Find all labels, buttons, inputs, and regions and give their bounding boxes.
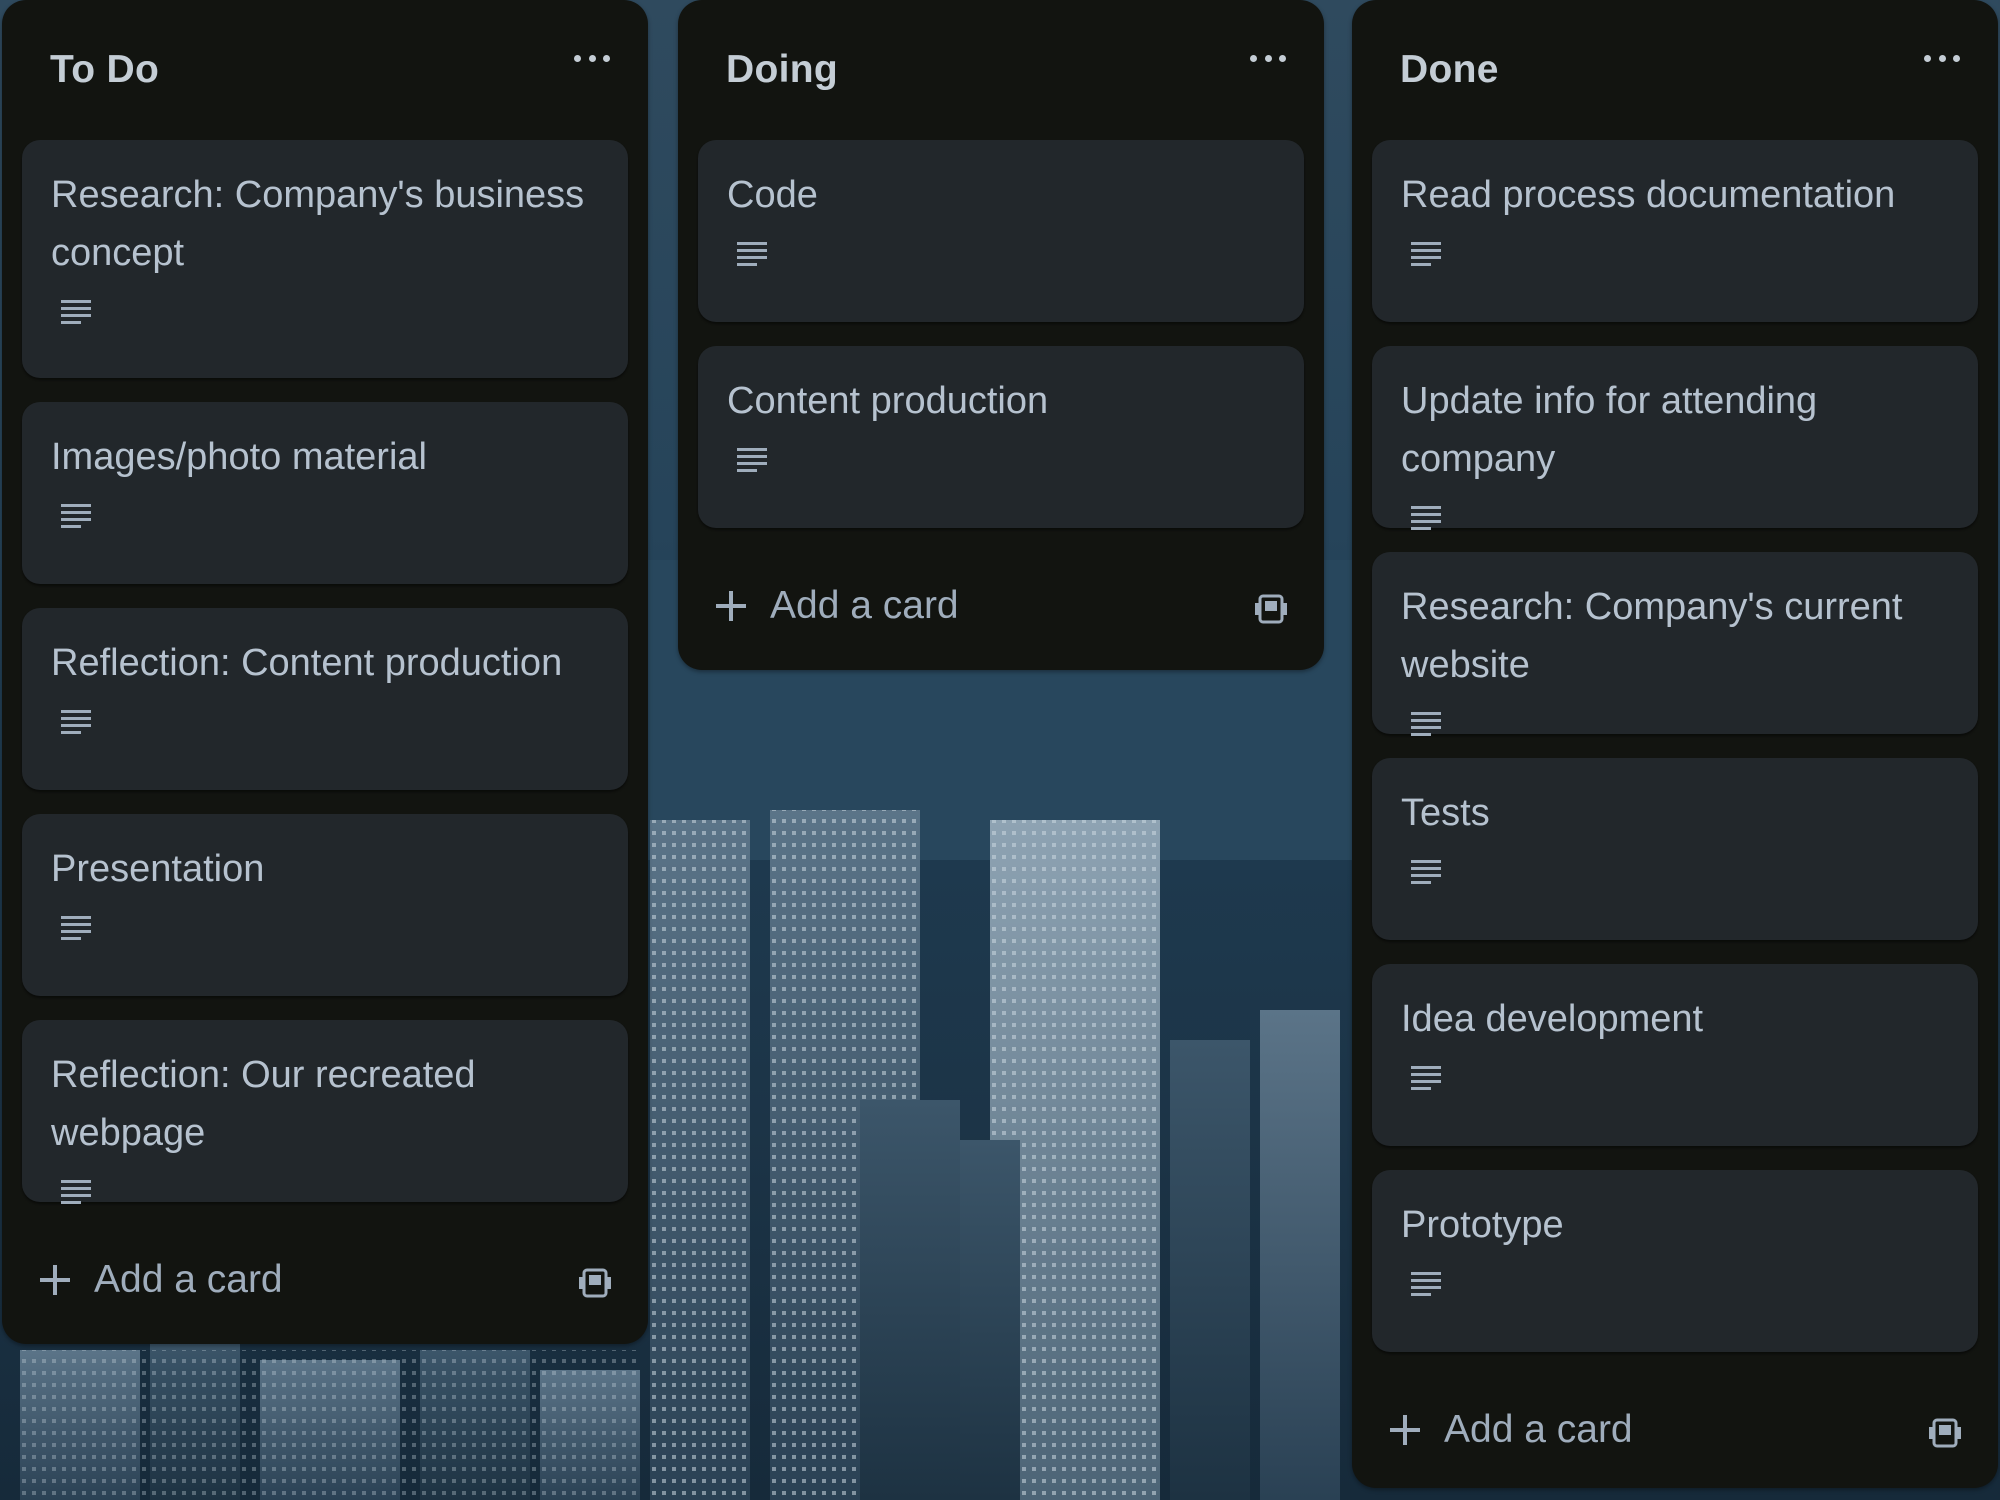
list-header: Doing: [678, 0, 1324, 140]
more-horizontal-icon[interactable]: [1924, 44, 1960, 72]
add-card-label: Add a card: [1444, 1408, 1633, 1451]
description-icon: [61, 504, 91, 528]
card[interactable]: Read process documentation: [1372, 140, 1978, 322]
card[interactable]: Idea development: [1372, 964, 1978, 1146]
card[interactable]: Reflection: Our recreated webpage: [22, 1020, 628, 1204]
card-title: Reflection: Content production: [51, 642, 563, 684]
card[interactable]: Images/photo material: [22, 402, 628, 584]
card-list: Read process documentation Update info f…: [1352, 140, 1998, 1352]
card-title: Reflection: Our recreated webpage: [51, 1054, 476, 1154]
list-header: Done: [1352, 0, 1998, 140]
list-doing: Doing Code Content production Add a card: [678, 0, 1324, 670]
card-title: Prototype: [1401, 1204, 1564, 1246]
list-footer: Add a card: [2, 1226, 648, 1344]
add-card-label: Add a card: [94, 1258, 283, 1301]
card-title: Update info for attending company: [1401, 380, 1818, 480]
card[interactable]: Update info for attending company: [1372, 346, 1978, 530]
card-title: Idea development: [1401, 998, 1704, 1040]
list-title[interactable]: Done: [1400, 48, 1499, 92]
card-template-icon[interactable]: [1254, 592, 1288, 626]
description-icon: [61, 1180, 91, 1204]
add-card-button[interactable]: Add a card: [1390, 1408, 1633, 1452]
description-icon: [1411, 712, 1441, 736]
card[interactable]: Presentation: [22, 814, 628, 996]
card[interactable]: Code: [698, 140, 1304, 322]
card-title: Read process documentation: [1401, 174, 1896, 216]
card-title: Code: [727, 174, 818, 216]
description-icon: [61, 300, 91, 324]
card[interactable]: Prototype: [1372, 1170, 1978, 1352]
card-title: Content production: [727, 380, 1049, 422]
description-icon: [737, 242, 767, 266]
plus-icon: [1390, 1415, 1420, 1445]
description-icon: [737, 448, 767, 472]
more-horizontal-icon[interactable]: [1250, 44, 1286, 72]
add-card-button[interactable]: Add a card: [716, 584, 959, 628]
description-icon: [1411, 1272, 1441, 1296]
card-title: Research: Company's business concept: [51, 174, 585, 274]
card-list: Research: Company's business concept Ima…: [2, 140, 648, 1204]
card[interactable]: Research: Company's current website: [1372, 552, 1978, 736]
card[interactable]: Research: Company's business concept: [22, 140, 628, 378]
description-icon: [1411, 1066, 1441, 1090]
list-todo: To Do Research: Company's business conce…: [2, 0, 648, 1344]
card-title: Research: Company's current website: [1401, 586, 1903, 686]
description-icon: [1411, 242, 1441, 266]
card-title: Images/photo material: [51, 436, 427, 478]
card[interactable]: Tests: [1372, 758, 1978, 940]
plus-icon: [716, 591, 746, 621]
list-done: Done Read process documentation Update i…: [1352, 0, 1998, 1488]
card-list: Code Content production: [678, 140, 1324, 528]
card-title: Presentation: [51, 848, 265, 890]
card[interactable]: Reflection: Content production: [22, 608, 628, 790]
list-title[interactable]: To Do: [50, 48, 159, 92]
more-horizontal-icon[interactable]: [574, 44, 610, 72]
card-template-icon[interactable]: [578, 1266, 612, 1300]
list-footer: Add a card: [1352, 1376, 1998, 1488]
list-footer: Add a card: [678, 552, 1324, 670]
card[interactable]: Content production: [698, 346, 1304, 528]
plus-icon: [40, 1265, 70, 1295]
add-card-label: Add a card: [770, 584, 959, 627]
list-title[interactable]: Doing: [726, 48, 838, 92]
add-card-button[interactable]: Add a card: [40, 1258, 283, 1302]
description-icon: [1411, 506, 1441, 530]
list-header: To Do: [2, 0, 648, 140]
description-icon: [61, 916, 91, 940]
card-title: Tests: [1401, 792, 1490, 834]
description-icon: [61, 710, 91, 734]
card-template-icon[interactable]: [1928, 1416, 1962, 1450]
description-icon: [1411, 860, 1441, 884]
